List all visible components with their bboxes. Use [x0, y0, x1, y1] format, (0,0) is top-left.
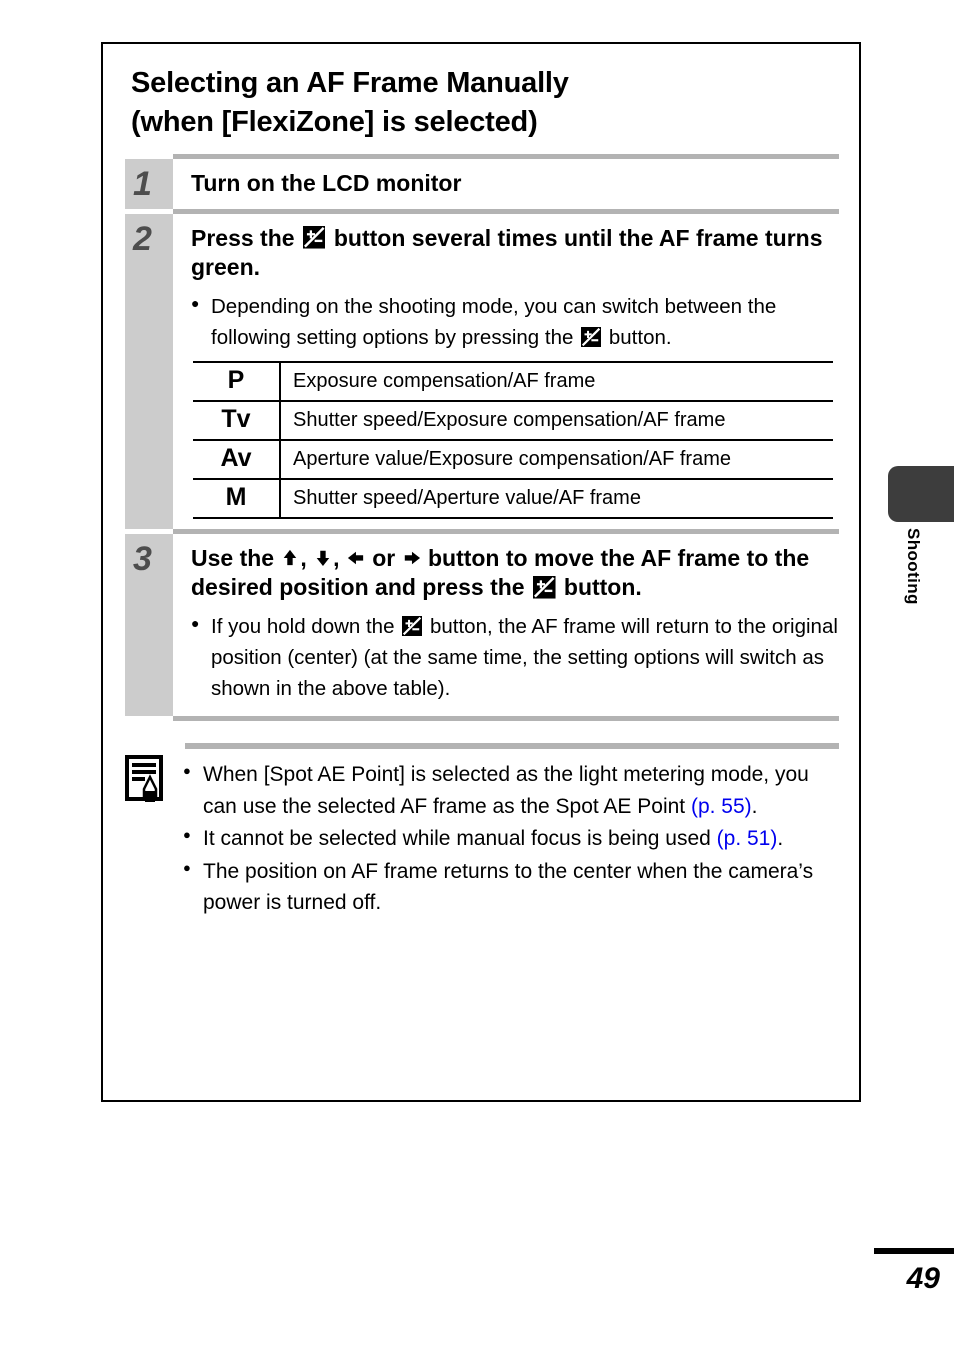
- step-2: 2 Press the button several times until t…: [125, 213, 839, 529]
- note-bullet-1-text-after: .: [751, 794, 758, 818]
- step-3-bullet-1: If you hold down the button: [191, 610, 839, 704]
- note-bullet-1: When [Spot AE Point] is selected as the …: [183, 758, 839, 822]
- step-2-heading: Press the button several times until the…: [191, 214, 839, 283]
- note-bullet-3: The position on AF frame returns to the …: [183, 855, 839, 919]
- exposure-compensation-icon: [302, 226, 326, 249]
- arrow-up-icon: [281, 549, 299, 567]
- table-row: Tv Shutter speed/Exposure compensation/A…: [193, 400, 833, 441]
- mode-desc-av: Aperture value/Exposure compensation/AF …: [280, 439, 833, 480]
- step-3-sep1: ,: [300, 544, 307, 571]
- step-3-number: 3: [133, 539, 152, 578]
- page-title: Selecting an AF Frame Manually (when [Fl…: [131, 67, 569, 139]
- mode-desc-m: Shutter speed/Aperture value/AF frame: [280, 478, 833, 519]
- step-3-heading: Use the , , or button to move the AF fra…: [191, 534, 839, 603]
- mode-key-m: M: [193, 478, 281, 519]
- exposure-compensation-icon: [532, 576, 556, 599]
- content-frame: Selecting an AF Frame Manually (when [Fl…: [101, 42, 861, 1102]
- shooting-mode-table: P Exposure compensation/AF frame Tv Shut…: [193, 360, 833, 519]
- step-3-sep2: ,: [333, 544, 340, 571]
- content-frame-inner: Selecting an AF Frame Manually (when [Fl…: [103, 44, 859, 1100]
- memo-note-icon: [125, 755, 163, 803]
- step-2-bullets: Depending on the shooting mode, you can …: [191, 290, 839, 353]
- table-row: Av Aperture value/Exposure compensation/…: [193, 439, 833, 480]
- steps-list: 1 Turn on the LCD monitor 2 Press the bu…: [125, 154, 839, 722]
- step-3: 3 Use the , , or button to move the AF f…: [125, 533, 839, 717]
- step-1-body: Turn on the LCD monitor: [173, 159, 839, 208]
- step-2-number-cell: 2: [125, 213, 173, 529]
- step-3-bullet-1-text1: If you hold down the: [211, 614, 395, 638]
- step-1-number: 1: [133, 165, 152, 204]
- step-3-heading-part3: button.: [563, 574, 642, 601]
- step-2-bullet-1-text1: Depending on the shooting mode, you can …: [211, 294, 777, 349]
- arrow-right-icon: [403, 549, 421, 567]
- step-1: 1 Turn on the LCD monitor: [125, 159, 839, 209]
- table-row: P Exposure compensation/AF frame: [193, 360, 833, 402]
- step-separator-bottom: [173, 716, 839, 722]
- step-1-number-cell: 1: [125, 159, 173, 209]
- note-bullet-2-text: It cannot be selected while manual focus…: [203, 827, 717, 851]
- note-section: When [Spot AE Point] is selected as the …: [125, 743, 839, 920]
- arrow-down-icon: [314, 549, 332, 567]
- mode-desc-p: Exposure compensation/AF frame: [280, 360, 833, 402]
- table-row: M Shutter speed/Aperture value/AF frame: [193, 478, 833, 519]
- section-tab-shooting[interactable]: [888, 466, 954, 522]
- step-2-body: Press the button several times until the…: [173, 214, 839, 529]
- mode-key-p: P: [193, 360, 281, 402]
- mode-key-tv: Tv: [193, 400, 281, 441]
- step-2-bullet-1: Depending on the shooting mode, you can …: [191, 290, 839, 353]
- step-3-bullets: If you hold down the button: [191, 610, 839, 704]
- note-bullet-2-text-after: .: [777, 827, 784, 851]
- note-icon-cell: [125, 743, 181, 805]
- mode-desc-tv: Shutter speed/Exposure compensation/AF f…: [280, 400, 833, 441]
- exposure-compensation-icon: [402, 615, 423, 636]
- page-number: 49: [906, 1262, 940, 1295]
- step-2-heading-part1: Press the: [191, 224, 295, 251]
- step-3-or: or: [372, 544, 396, 571]
- note-bullet-2: It cannot be selected while manual focus…: [183, 822, 839, 855]
- page-reference-link-51[interactable]: (p. 51): [717, 827, 778, 850]
- note-content: When [Spot AE Point] is selected as the …: [181, 743, 839, 920]
- section-tab-label: Shooting: [904, 528, 923, 605]
- step-1-heading: Turn on the LCD monitor: [191, 170, 462, 197]
- note-top-separator: [185, 743, 839, 750]
- step-2-bullet-1-text2: button.: [608, 325, 672, 349]
- step-3-number-cell: 3: [125, 533, 173, 717]
- exposure-compensation-icon: [581, 326, 602, 347]
- step-2-number: 2: [133, 219, 152, 258]
- step-3-heading-part1: Use the: [191, 544, 275, 571]
- note-bullet-3-text: The position on AF frame returns to the …: [203, 859, 814, 915]
- mode-key-av: Av: [193, 439, 281, 480]
- page-reference-link-55[interactable]: (p. 55): [691, 795, 752, 818]
- step-3-body: Use the , , or button to move the AF fra…: [173, 534, 839, 716]
- footer-rule: [874, 1248, 954, 1254]
- arrow-left-icon: [347, 549, 365, 567]
